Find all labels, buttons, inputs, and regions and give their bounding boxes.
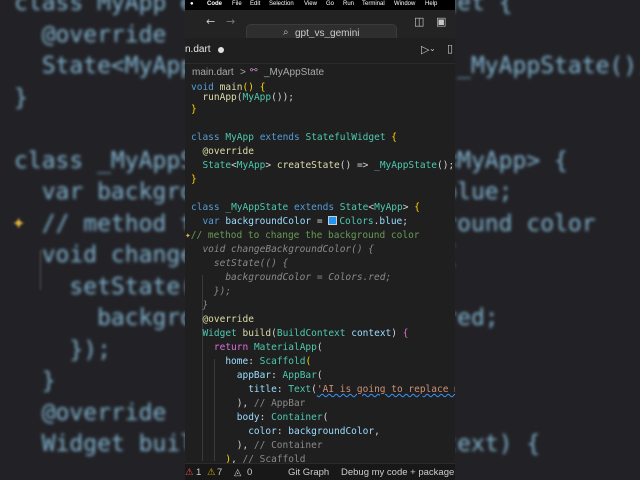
code-line: }); (191, 286, 232, 297)
warning-icon[interactable]: ⚠ (207, 467, 216, 478)
git-graph-button[interactable]: Git Graph (288, 467, 329, 478)
breadcrumb-separator: > (240, 67, 246, 78)
breadcrumb-file[interactable]: main.dart (192, 67, 234, 78)
search-icon: ⌕ (283, 27, 289, 38)
color-swatch-icon[interactable] (328, 216, 338, 225)
class-symbol-icon: ⚯ (250, 66, 258, 76)
toggle-panel-icon[interactable]: ▣ (436, 15, 446, 28)
toggle-sidebar-icon[interactable]: ◫ (414, 15, 424, 28)
info-icon[interactable]: ◬ (234, 467, 241, 478)
menu-selection[interactable]: Selection (269, 1, 294, 7)
menu-file[interactable]: File (232, 1, 242, 7)
code-line: return MaterialApp( (213, 342, 323, 353)
code-line: var backgroundColor = Colors.blue; (202, 216, 409, 227)
tab-label: n.dart (185, 44, 211, 55)
back-arrow-icon[interactable]: ← (206, 15, 215, 28)
sparkle-icon: ✦ (12, 210, 26, 235)
code-line: home: Scaffold( (225, 356, 312, 367)
menu-edit[interactable]: Edit (250, 1, 260, 7)
macos-menubar: ● Code File Edit Selection View Go Run T… (185, 0, 455, 10)
breadcrumb-symbol[interactable]: _MyAppState (264, 67, 324, 78)
forward-arrow-icon[interactable]: → (226, 15, 235, 28)
background-indent-guide (40, 250, 41, 290)
code-line: } (191, 104, 197, 115)
code-line: State<MyApp> createState() => _MyAppStat… (202, 160, 455, 171)
code-line: setState(() { (191, 258, 289, 269)
code-line: appBar: AppBar( (236, 370, 323, 381)
debug-config-button[interactable]: Debug my code + package (341, 467, 454, 478)
menu-run[interactable]: Run (343, 1, 354, 7)
menu-help[interactable]: Help (425, 1, 437, 7)
code-line: ), // Scaffold (225, 454, 306, 463)
warning-count[interactable]: 7 (217, 467, 222, 478)
code-line: ), // Container (191, 440, 323, 451)
menu-view[interactable]: View (304, 1, 317, 7)
split-editor-icon[interactable]: ▯ (447, 42, 453, 55)
code-line: } (191, 300, 209, 311)
title-bar: ← → ⌕ gpt_vs_gemini ◫ ▣ (185, 10, 455, 42)
code-line: @override (202, 314, 254, 325)
code-line: ), // AppBar (191, 398, 306, 409)
menu-window[interactable]: Window (394, 1, 415, 7)
code-line: class _MyAppState extends State<MyApp> { (191, 202, 420, 213)
code-line: body: Container( (236, 412, 329, 423)
code-line: void changeBackgroundColor() { (191, 244, 375, 255)
status-bar: ⚠ 1 ⚠ 7 ◬ 0 Git Graph Debug my code + pa… (185, 463, 455, 480)
info-count[interactable]: 0 (247, 467, 252, 478)
editor-tab-bar: n.dart ▷ ⌄ ▯ (185, 38, 455, 64)
tab-main-dart[interactable]: n.dart (185, 38, 237, 63)
vscode-window: ● Code File Edit Selection View Go Run T… (185, 0, 455, 480)
code-line: Widget build(BuildContext context) { (202, 328, 409, 339)
code-line: runApp(MyApp()); (202, 92, 295, 103)
code-line: title: Text('AI is going to replace me (248, 384, 455, 395)
error-icon[interactable]: ⚠ (185, 467, 194, 478)
menu-terminal[interactable]: Terminal (362, 1, 385, 7)
code-line: color: backgroundColor, (248, 426, 380, 437)
unsaved-dot-icon[interactable] (218, 47, 224, 53)
chevron-down-icon[interactable]: ⌄ (429, 44, 436, 53)
error-count[interactable]: 1 (196, 467, 201, 478)
code-editor[interactable]: void main() { runApp(MyApp()); } class M… (185, 81, 455, 463)
code-line: @override (202, 146, 254, 157)
breadcrumb: main.dart > ⚯ _MyAppState (185, 64, 455, 82)
apple-icon[interactable]: ● (190, 1, 194, 7)
code-line: ✦// method to change the background colo… (185, 230, 420, 241)
menu-go[interactable]: Go (326, 1, 334, 7)
code-line: class MyApp extends StatefulWidget { (191, 132, 398, 143)
menu-code[interactable]: Code (207, 1, 222, 7)
code-line: backgroundColor = Colors.red; (191, 272, 392, 283)
code-line: } (191, 174, 197, 185)
